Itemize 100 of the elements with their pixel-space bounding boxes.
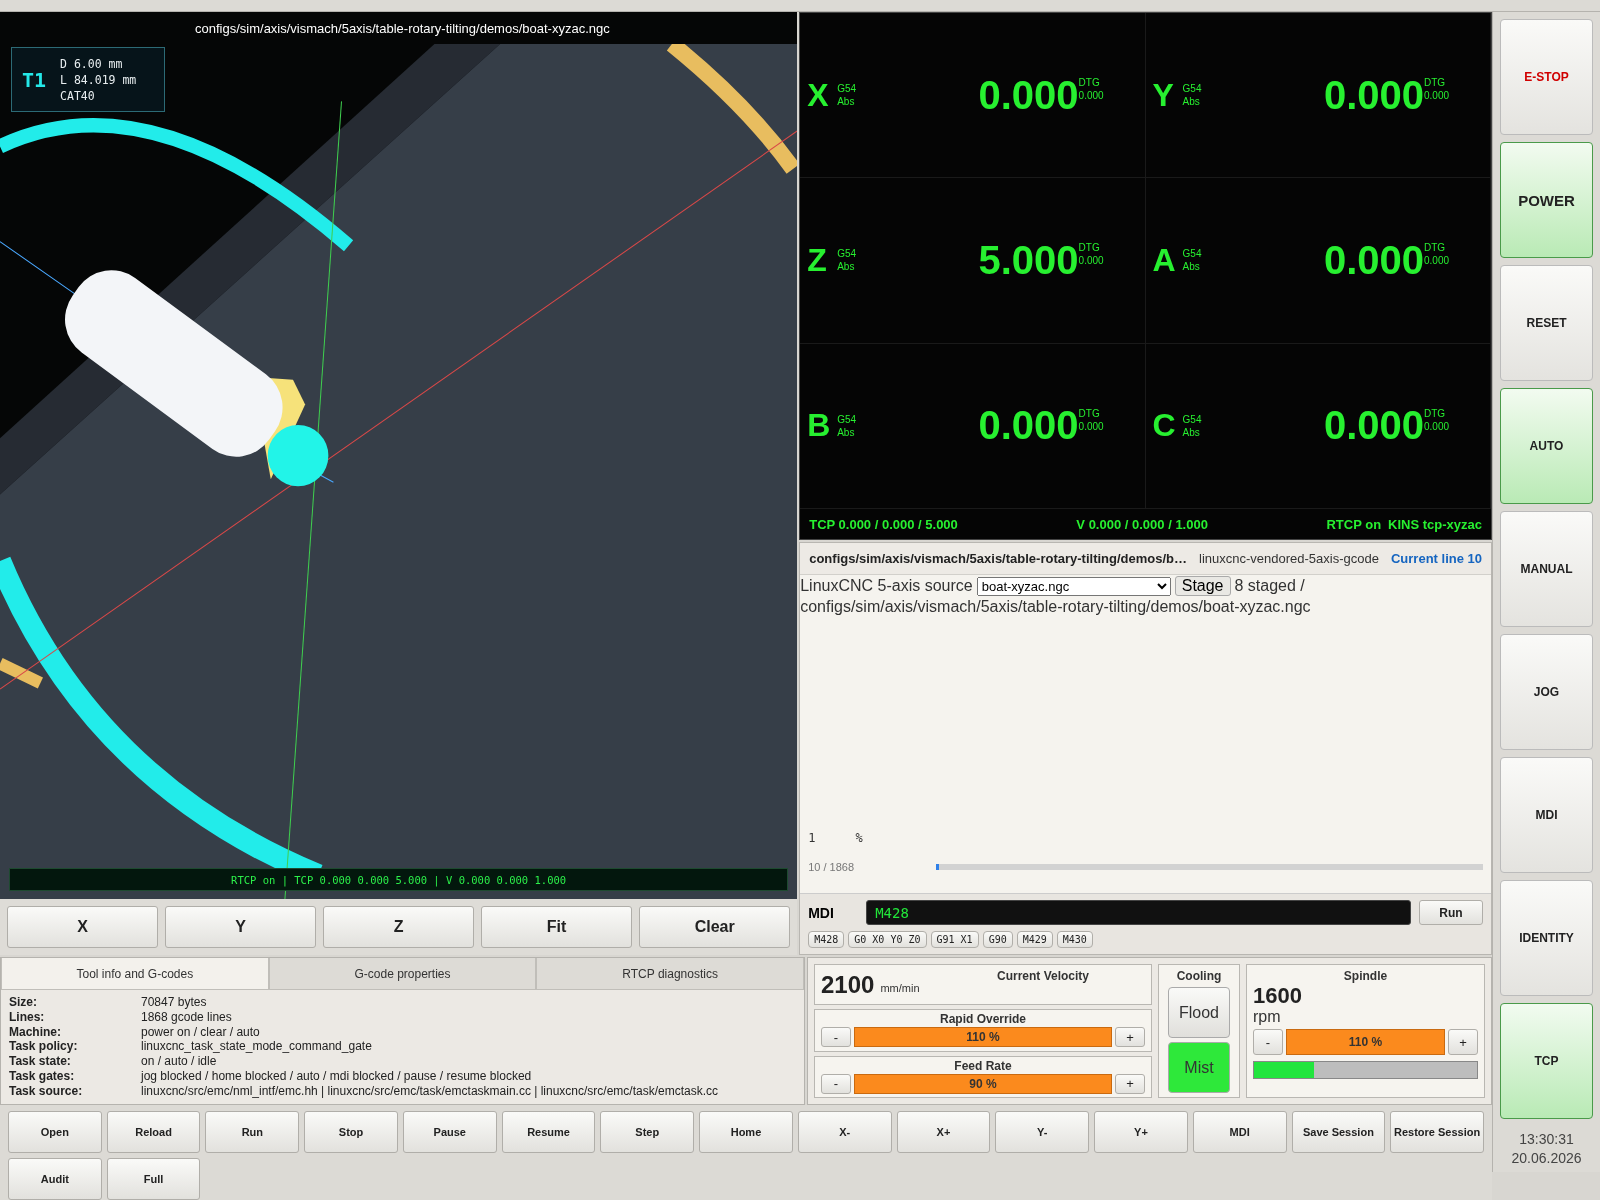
toolbar-button[interactable]: Pause xyxy=(402,1111,497,1153)
axis-letter: C xyxy=(1152,407,1177,445)
increase-button[interactable]: + xyxy=(1448,1029,1478,1055)
mode-button[interactable]: RESET xyxy=(1500,265,1593,381)
axis-letter: Z xyxy=(807,242,828,279)
mdi-preset-chip[interactable]: M430 xyxy=(1056,931,1093,948)
toolbar-button[interactable]: Restore Session xyxy=(1390,1111,1484,1153)
source-select[interactable]: boat-xyzac.ngc xyxy=(976,577,1171,596)
clock-date: 20.06.2026 xyxy=(1510,1149,1583,1168)
dtg-label: DTG xyxy=(1078,76,1101,89)
toolbar-button[interactable]: Full xyxy=(106,1158,201,1200)
toolbar-button[interactable]: MDI xyxy=(1192,1111,1287,1153)
mode-button[interactable]: IDENTITY xyxy=(1500,880,1593,996)
info-value: linuxcnc_task_state_mode_command_gate xyxy=(141,1039,373,1055)
source-label: LinuxCNC 5-axis source xyxy=(800,577,973,594)
override-bar: 90 % xyxy=(854,1073,1112,1094)
mode-button[interactable]: MDI xyxy=(1500,757,1593,873)
mode-button[interactable]: MANUAL xyxy=(1500,511,1593,627)
view-button[interactable]: Y xyxy=(165,906,317,948)
velocity-title: Current Velocity xyxy=(996,969,1090,983)
toolbar-button[interactable]: X- xyxy=(797,1111,892,1153)
info-tab[interactable]: Tool info and G-codes xyxy=(1,958,269,990)
mdi-preset-chip[interactable]: G91 X1 xyxy=(930,931,979,948)
dtg-value: 0.000 xyxy=(1424,255,1451,267)
coolant-button[interactable]: Mist xyxy=(1168,1042,1230,1093)
increase-button[interactable]: + xyxy=(1115,1073,1145,1094)
offset-label: G54 xyxy=(1182,82,1202,96)
info-tab[interactable]: G-code properties xyxy=(268,958,537,990)
spindle-override-bar: 110 % xyxy=(1286,1029,1445,1055)
view-button[interactable]: Clear xyxy=(639,906,791,948)
tool-detail: CAT40 xyxy=(60,87,96,104)
info-value: linuxcnc/src/emc/nml_intf/emc.hh | linuxcnc/src/emc/task/emctaskmain.cc | linuxcnc/src/emc/task/emctask.cc xyxy=(141,1083,720,1099)
tool-detail: D 6.00 mm xyxy=(60,55,124,72)
toolbar-button[interactable]: Open xyxy=(8,1111,102,1153)
override-bar: 110 % xyxy=(854,1027,1112,1047)
spindle-title: Spindle xyxy=(1342,969,1389,983)
toolbar-button[interactable]: Run xyxy=(205,1111,300,1153)
mdi-input[interactable]: M428 xyxy=(866,900,1411,925)
toolbar-button[interactable]: Resume xyxy=(501,1111,596,1153)
view-button[interactable]: Fit xyxy=(481,906,633,948)
mode-button[interactable]: AUTO xyxy=(1500,388,1593,504)
info-value: jog blocked / home blocked / auto / mdi blocked / pause / resume blocked xyxy=(141,1069,533,1084)
mdi-preset-chip[interactable]: G0 X0 Y0 Z0 xyxy=(848,931,927,948)
toolbar-button[interactable]: Y+ xyxy=(1094,1111,1188,1153)
info-value: power on / clear / auto xyxy=(141,1024,261,1040)
toolbar-button[interactable]: Home xyxy=(699,1111,793,1153)
increase-button[interactable]: + xyxy=(1115,1027,1145,1047)
offset-label: G54 xyxy=(1182,412,1202,426)
axis-value: 5.000 xyxy=(978,238,1079,283)
decrease-button[interactable]: - xyxy=(1253,1029,1283,1055)
mode-button[interactable]: E-STOP xyxy=(1500,19,1593,135)
toolbar-button[interactable]: Y- xyxy=(995,1111,1090,1153)
coolant-button[interactable]: Flood xyxy=(1168,987,1230,1038)
info-value: 1868 gcode lines xyxy=(141,1009,233,1025)
stage-button[interactable]: Stage xyxy=(1174,576,1231,596)
toolbar-button[interactable]: Audit xyxy=(8,1158,102,1200)
rtcp-readout: RTCP on xyxy=(1326,516,1382,532)
mode-label: Abs xyxy=(1182,95,1201,109)
spindle-speed: 1600 xyxy=(1253,985,1303,1007)
velocity-value: 2100 xyxy=(821,970,875,999)
info-key: Lines: xyxy=(9,1009,141,1025)
program-path: configs/sim/axis/vismach/5axis/table-rotary-tilting/demos/b… xyxy=(809,551,1188,566)
axis-value: 0.000 xyxy=(1323,72,1424,118)
toolbar-button[interactable]: Reload xyxy=(106,1111,201,1153)
tool-detail: L 84.019 mm xyxy=(60,71,137,88)
decrease-button[interactable]: - xyxy=(821,1027,851,1047)
axis-letter: Y xyxy=(1152,76,1175,114)
cooling-title: Cooling xyxy=(1176,969,1222,983)
toolbar-button[interactable]: Step xyxy=(600,1111,695,1153)
toolbar-button[interactable]: X+ xyxy=(896,1111,991,1153)
mdi-preset-chip[interactable]: M429 xyxy=(1016,931,1053,948)
mode-button[interactable]: JOG xyxy=(1500,634,1593,750)
toolbar-button[interactable]: Stop xyxy=(304,1111,398,1153)
view-button[interactable]: X xyxy=(7,906,159,948)
spindle-unit: rpm xyxy=(1253,1009,1282,1025)
axis-value: 0.000 xyxy=(978,403,1079,449)
mdi-preset-chip[interactable]: M428 xyxy=(808,931,845,948)
staged-path: configs/sim/axis/vismach/5axis/table-rotary-tilting/demos/boat-xyzac.ngc xyxy=(800,598,1311,615)
dtg-value: 0.000 xyxy=(1424,90,1451,102)
mode-label: Abs xyxy=(1182,425,1201,439)
dtg-label: DTG xyxy=(1424,406,1447,419)
info-key: Task gates: xyxy=(9,1069,141,1084)
info-key: Task source: xyxy=(9,1083,141,1099)
dtg-label: DTG xyxy=(1078,406,1101,419)
axis-letter: A xyxy=(1152,242,1177,279)
mode-button[interactable]: POWER xyxy=(1500,142,1593,258)
mode-label: Abs xyxy=(1182,260,1201,274)
run-button[interactable]: Run xyxy=(1419,900,1483,925)
source-tag: linuxcnc-vendored-5axis-gcode xyxy=(1199,551,1379,566)
kins-readout: KINS tcp-xyzac xyxy=(1388,516,1482,532)
mdi-preset-chip[interactable]: G90 xyxy=(982,931,1013,948)
mode-label: Abs xyxy=(837,425,856,439)
axis-letter: B xyxy=(807,407,832,445)
info-tab[interactable]: RTCP diagnostics xyxy=(536,958,804,990)
decrease-button[interactable]: - xyxy=(821,1073,851,1094)
dtg-value: 0.000 xyxy=(1078,420,1105,432)
toolbar-button[interactable]: Save Session xyxy=(1291,1111,1386,1153)
line-number: 1 xyxy=(808,831,816,845)
mode-button[interactable]: TCP xyxy=(1500,1003,1593,1119)
view-button[interactable]: Z xyxy=(323,906,475,948)
